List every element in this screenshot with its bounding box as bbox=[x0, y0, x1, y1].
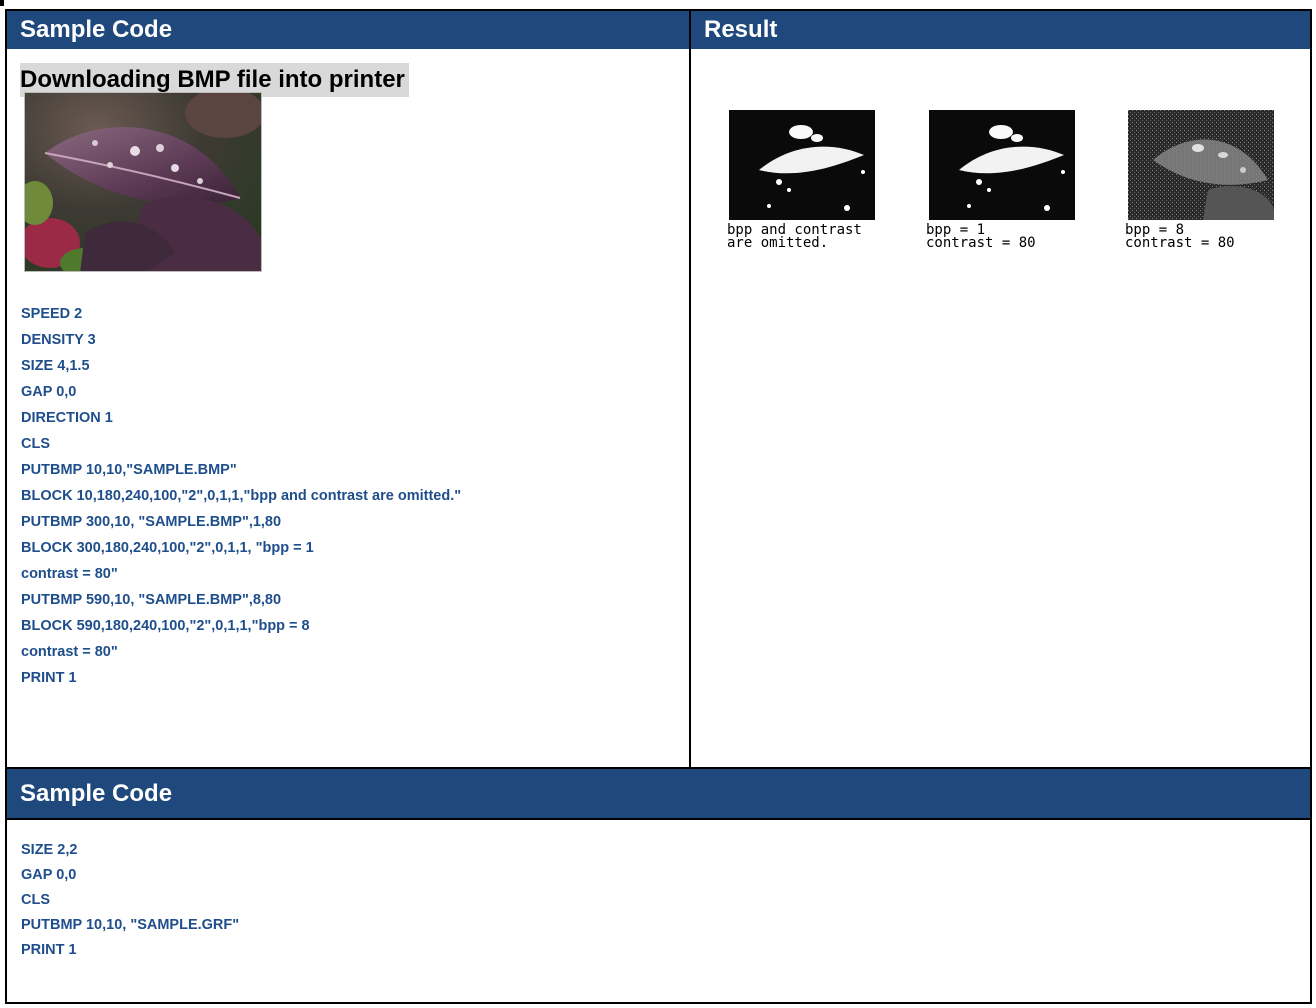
result-caption-bpp8: bpp = 8 contrast = 80 bbox=[1125, 223, 1235, 251]
code-line: GAP 0,0 bbox=[21, 384, 77, 400]
code-line: PUTBMP 300,10, "SAMPLE.BMP",1,80 bbox=[21, 514, 282, 530]
caption-line: contrast = 80 bbox=[926, 235, 1036, 251]
header-bottom-line bbox=[7, 818, 1310, 820]
code-line: PRINT 1 bbox=[21, 942, 77, 958]
result-caption-bpp1: bpp = 1 contrast = 80 bbox=[926, 223, 1036, 251]
result-image-bpp8 bbox=[1128, 110, 1274, 220]
header-sample-code-2: Sample Code bbox=[7, 769, 1310, 818]
code-line: GAP 0,0 bbox=[21, 867, 77, 883]
code-line: BLOCK 10,180,240,100,"2",0,1,1,"bpp and … bbox=[21, 488, 462, 504]
header-sample-code-2-label: Sample Code bbox=[20, 780, 173, 807]
corner-mark bbox=[0, 0, 4, 6]
sample-bmp-photo bbox=[24, 92, 262, 272]
code-line: SIZE 2,2 bbox=[21, 842, 78, 858]
code-line: BLOCK 300,180,240,100,"2",0,1,1, "bpp = … bbox=[21, 540, 314, 556]
code-line: DENSITY 3 bbox=[21, 332, 96, 348]
code-line: PUTBMP 10,10,"SAMPLE.BMP" bbox=[21, 462, 237, 478]
code-line: PUTBMP 590,10, "SAMPLE.BMP",8,80 bbox=[21, 592, 282, 608]
caption-line: contrast = 80 bbox=[1125, 235, 1235, 251]
header-result: Result bbox=[691, 11, 1310, 49]
caption-line: are omitted. bbox=[727, 235, 829, 251]
code-line: PRINT 1 bbox=[21, 670, 77, 686]
sample-code-block-2: SIZE 2,2 GAP 0,0 CLS PUTBMP 10,10, "SAMP… bbox=[21, 838, 239, 963]
code-line: BLOCK 590,180,240,100,"2",0,1,1,"bpp = 8 bbox=[21, 618, 310, 634]
code-line: SPEED 2 bbox=[21, 306, 83, 322]
code-line: CLS bbox=[21, 436, 50, 452]
result-caption-default: bpp and contrast are omitted. bbox=[727, 223, 862, 251]
result-image-default bbox=[729, 110, 875, 220]
header-sample-code: Sample Code bbox=[7, 11, 689, 49]
code-line: contrast = 80" bbox=[21, 644, 118, 660]
header-result-label: Result bbox=[704, 16, 778, 43]
code-line: DIRECTION 1 bbox=[21, 410, 113, 426]
code-line: SIZE 4,1.5 bbox=[21, 358, 90, 374]
code-line: contrast = 80" bbox=[21, 566, 118, 582]
code-line: PUTBMP 10,10, "SAMPLE.GRF" bbox=[21, 917, 240, 933]
sample-code-block-1: SPEED 2 DENSITY 3 SIZE 4,1.5 GAP 0,0 DIR… bbox=[21, 301, 461, 691]
header-sample-code-label: Sample Code bbox=[20, 16, 173, 43]
column-divider bbox=[689, 11, 691, 769]
code-line: CLS bbox=[21, 892, 50, 908]
result-image-bpp1 bbox=[929, 110, 1075, 220]
leaf-image bbox=[25, 93, 261, 271]
